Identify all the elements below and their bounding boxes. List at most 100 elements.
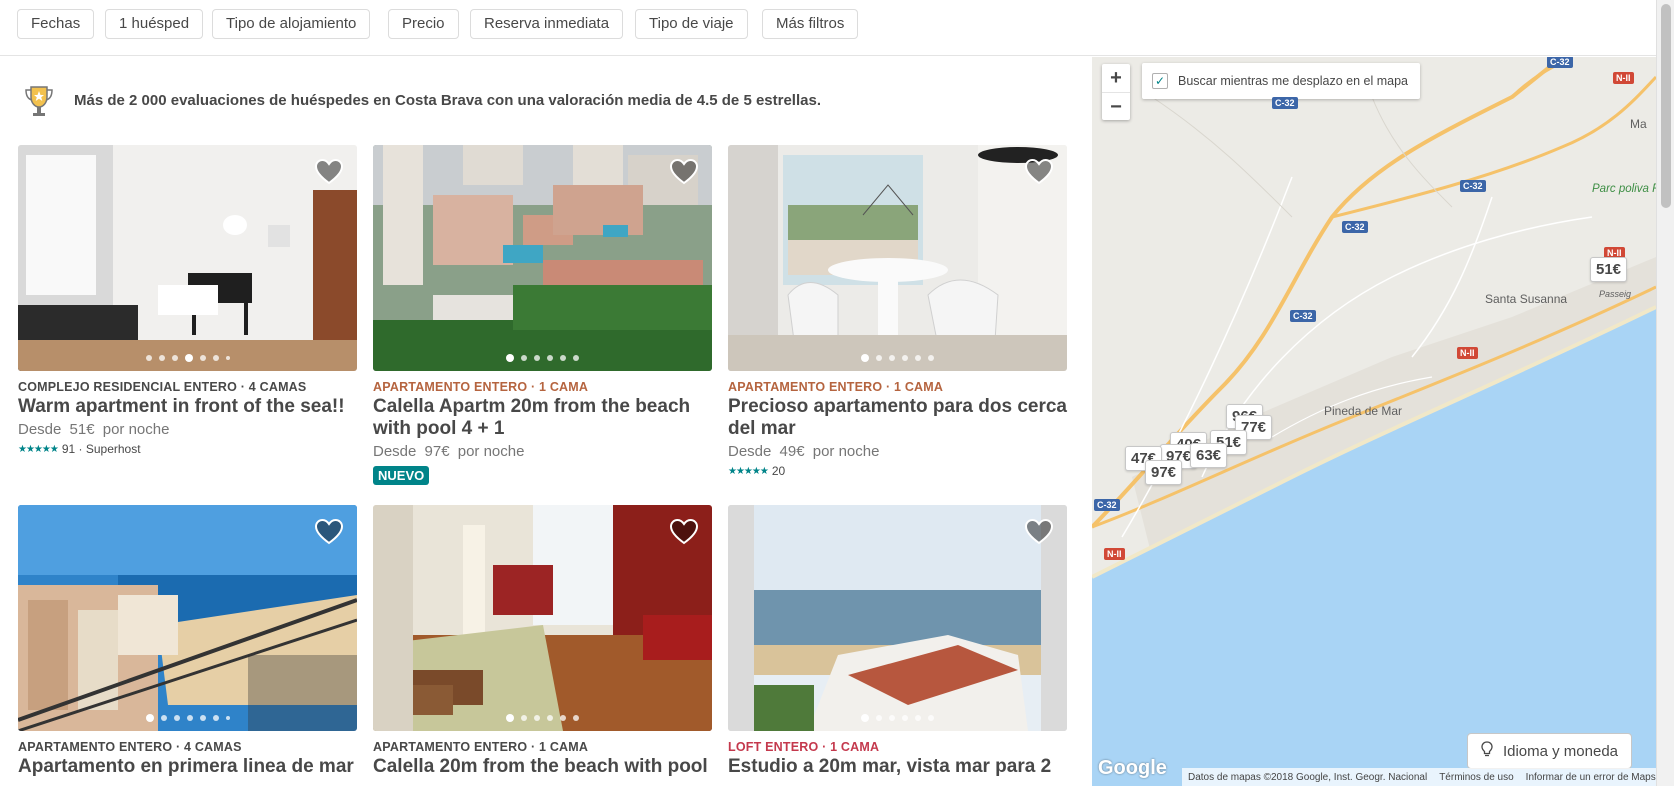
listing-card[interactable]: COMPLEJO RESIDENCIAL ENTERO · 4 CAMAS Wa…	[18, 145, 357, 456]
photo-dot[interactable]	[160, 715, 167, 721]
zoom-control: + −	[1102, 64, 1130, 120]
photo-dot[interactable]	[915, 355, 921, 361]
listing-photo[interactable]	[728, 505, 1067, 731]
filter-bar: Fechas 1 huésped Tipo de alojamiento Pre…	[0, 0, 1674, 56]
photo-dots[interactable]	[373, 714, 712, 722]
price-pin[interactable]: 63€	[1190, 443, 1228, 468]
photo-dot[interactable]	[876, 355, 882, 361]
listing-card[interactable]: LOFT ENTERO · 1 CAMA Estudio a 20m mar, …	[728, 505, 1067, 778]
photo-dot[interactable]	[212, 715, 219, 721]
map-panel[interactable]: + − ✓ Buscar mientras me desplazo en el …	[1092, 57, 1656, 786]
zoom-in-button[interactable]: +	[1102, 64, 1130, 92]
reviews-banner	[22, 81, 56, 125]
listing-title[interactable]: Warm apartment in front of the sea!!	[18, 396, 357, 418]
price-pin[interactable]: 97€	[1145, 460, 1183, 485]
listing-title[interactable]: Precioso apartamento para dos cerca del …	[728, 396, 1067, 440]
listing-card[interactable]: APARTAMENTO ENTERO · 1 CAMA Precioso apa…	[728, 145, 1067, 478]
heart-icon[interactable]	[314, 518, 344, 545]
road-label: C-32	[1547, 57, 1573, 68]
terms-link[interactable]: Términos de uso	[1439, 772, 1513, 783]
photo-dot[interactable]	[534, 715, 540, 721]
photo-dot[interactable]	[171, 355, 178, 361]
photo-dot[interactable]	[506, 354, 514, 362]
photo-dot[interactable]	[547, 715, 553, 721]
photo-dot[interactable]	[145, 355, 152, 361]
filter-dates-button[interactable]: Fechas	[17, 9, 95, 39]
photo-dot[interactable]	[876, 715, 882, 721]
listing-title[interactable]: Calella 20m from the beach with pool	[373, 756, 712, 778]
listing-photo[interactable]	[18, 505, 357, 731]
photo-dot[interactable]	[199, 355, 206, 361]
filter-guests-button[interactable]: 1 huésped	[105, 9, 204, 39]
photo-dot[interactable]	[521, 715, 527, 721]
photo-dot[interactable]	[145, 714, 154, 722]
photo-dot[interactable]	[560, 715, 566, 721]
photo-dot[interactable]	[547, 355, 553, 361]
price-prefix: Desde	[18, 421, 62, 438]
zoom-out-button[interactable]: −	[1102, 92, 1130, 120]
price-value: 97€	[424, 443, 450, 460]
photo-dot[interactable]	[902, 715, 908, 721]
photo-dots[interactable]	[728, 354, 1067, 362]
listing-card[interactable]: APARTAMENTO ENTERO · 1 CAMA Calella 20m …	[373, 505, 712, 778]
photo-dot[interactable]	[173, 715, 180, 721]
listing-title[interactable]: Apartamento en primera linea de mar	[18, 756, 357, 778]
photo-dot[interactable]	[212, 355, 219, 361]
heart-icon[interactable]	[1024, 518, 1054, 545]
sea-view-balcony-image	[18, 505, 357, 731]
filter-room-type-button[interactable]: Tipo de alojamiento	[212, 9, 371, 39]
photo-dot[interactable]	[915, 715, 921, 721]
page-scrollbar[interactable]	[1656, 0, 1674, 786]
new-badge: NUEVO	[373, 466, 430, 485]
photo-dot[interactable]	[861, 354, 869, 362]
listing-title[interactable]: Calella Apartm 20m from the beach with p…	[373, 396, 712, 440]
photo-dots[interactable]	[18, 354, 357, 362]
language-currency-button[interactable]: Idioma y moneda	[1467, 733, 1632, 769]
trophy-icon	[22, 81, 56, 126]
heart-icon[interactable]	[1024, 158, 1054, 185]
scrollbar-thumb[interactable]	[1661, 4, 1671, 208]
photo-dot[interactable]	[560, 355, 566, 361]
photo-dots[interactable]	[728, 714, 1067, 722]
price-pin[interactable]: 51€	[1590, 257, 1628, 282]
photo-dot[interactable]	[861, 714, 869, 722]
photo-dot[interactable]	[902, 355, 908, 361]
listing-photo[interactable]	[18, 145, 357, 371]
photo-dot[interactable]	[573, 715, 579, 721]
report-error-link[interactable]: Informar de un error de Maps	[1526, 772, 1656, 783]
listing-photo[interactable]	[728, 145, 1067, 371]
photo-dot[interactable]	[158, 355, 165, 361]
heart-icon[interactable]	[669, 158, 699, 185]
checkbox-icon[interactable]: ✓	[1152, 73, 1168, 89]
map-canvas[interactable]	[1092, 57, 1656, 786]
photo-dots[interactable]	[373, 354, 712, 362]
price-suffix: por noche	[812, 443, 880, 460]
photo-dot[interactable]	[928, 715, 934, 721]
listing-title[interactable]: Estudio a 20m mar, vista mar para 2	[728, 756, 1067, 778]
filter-more-button[interactable]: Más filtros	[762, 9, 859, 39]
photo-dot[interactable]	[928, 355, 934, 361]
listing-card[interactable]: APARTAMENTO ENTERO · 1 CAMA Calella Apar…	[373, 145, 712, 485]
photo-dot[interactable]	[506, 714, 514, 722]
photo-dot[interactable]	[573, 355, 579, 361]
photo-dot[interactable]	[534, 355, 540, 361]
photo-dot[interactable]	[225, 716, 230, 720]
heart-icon[interactable]	[669, 518, 699, 545]
heart-icon[interactable]	[314, 158, 344, 185]
filter-price-button[interactable]: Precio	[388, 9, 459, 39]
photo-dots[interactable]	[18, 714, 357, 722]
search-as-move-toggle[interactable]: ✓ Buscar mientras me desplazo en el mapa	[1142, 63, 1420, 99]
photo-dot[interactable]	[225, 356, 230, 360]
photo-dot[interactable]	[199, 715, 206, 721]
photo-dot[interactable]	[186, 715, 193, 721]
listing-photo[interactable]	[373, 145, 712, 371]
filter-instant-book-button[interactable]: Reserva inmediata	[470, 9, 624, 39]
listing-card[interactable]: APARTAMENTO ENTERO · 4 CAMAS Apartamento…	[18, 505, 357, 778]
photo-dot[interactable]	[889, 715, 895, 721]
photo-dot[interactable]	[889, 355, 895, 361]
listing-photo[interactable]	[373, 505, 712, 731]
photo-dot[interactable]	[184, 354, 193, 362]
photo-dot[interactable]	[521, 355, 527, 361]
filter-trip-type-button[interactable]: Tipo de viaje	[635, 9, 748, 39]
dining-room-image	[728, 145, 1067, 371]
